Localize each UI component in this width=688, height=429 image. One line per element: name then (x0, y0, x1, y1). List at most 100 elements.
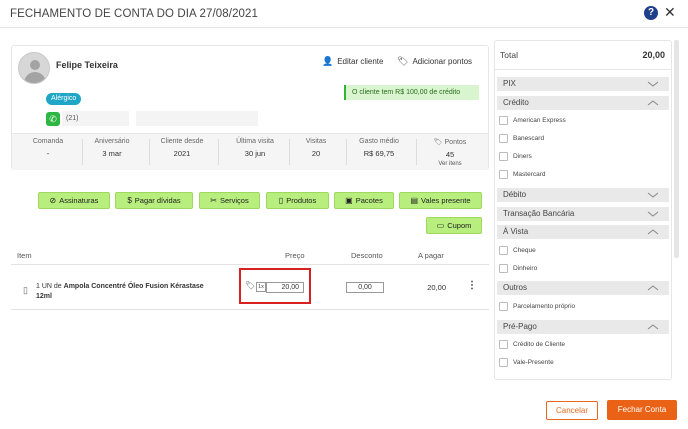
stat-comanda: Comanda - (18, 138, 78, 158)
packages-label: Pacotes (355, 196, 383, 205)
pay-debts-button[interactable]: $ Pagar dívidas (115, 192, 193, 209)
option-banescard[interactable]: Banescard (499, 134, 544, 144)
chevron-up-icon (647, 229, 659, 235)
gift-vouchers-label: Vales presente (421, 196, 471, 205)
stat-label: Visitas (305, 138, 327, 145)
option-vale-presente[interactable]: Vale-Presente (499, 358, 554, 368)
whatsapp-icon[interactable]: ✆ (46, 112, 60, 126)
item-description: 1 UN de Ampola Concentré Óleo Fusion Kér… (36, 282, 216, 302)
column-header-discount: Desconto (351, 251, 383, 260)
section-label: Transação Bancária (503, 209, 575, 218)
option-dinheiro[interactable]: Dinheiro (499, 264, 537, 274)
section-pix[interactable]: PIX (497, 77, 669, 91)
view-items-link[interactable]: Ver itens (420, 161, 480, 167)
services-button[interactable]: ✂ Serviços (199, 192, 260, 209)
table-header-divider (11, 264, 489, 265)
column-header-price: Preço (285, 251, 305, 260)
user-edit-icon: 👤 (322, 56, 334, 66)
stat-value: 45 (445, 150, 455, 159)
chevron-down-icon (647, 211, 659, 217)
table-row-divider (11, 309, 489, 310)
checkbox[interactable] (499, 246, 508, 255)
checkbox[interactable] (499, 170, 508, 179)
stat-value: 20 (311, 149, 321, 158)
option-american-express[interactable]: American Express (499, 116, 566, 126)
price-input[interactable]: 20,00 (266, 282, 304, 293)
edit-client-label: Editar cliente (337, 57, 384, 66)
coupon-button[interactable]: ▭ Cupom (426, 217, 482, 234)
packages-button[interactable]: ▣ Pacotes (334, 192, 394, 209)
option-credito-de-cliente[interactable]: Crédito de Cliente (499, 340, 565, 350)
section-transacao-bancaria[interactable]: Transação Bancária (497, 207, 669, 221)
price-tag-icon[interactable]: 🏷 (245, 281, 255, 290)
checkbox[interactable] (499, 302, 508, 311)
stat-label: Cliente desde (160, 138, 204, 145)
option-diners[interactable]: Diners (499, 152, 532, 162)
modal-header: FECHAMENTO DE CONTA DO DIA 27/08/2021 ? … (0, 0, 688, 28)
option-parcelamento-proprio[interactable]: Parcelamento próprio (499, 302, 575, 312)
item-qty-prefix: 1 UN de (36, 283, 62, 290)
option-cheque[interactable]: Cheque (499, 246, 536, 256)
stat-label: Última visita (236, 138, 274, 145)
section-credito[interactable]: Crédito (497, 96, 669, 110)
stat-value: 2021 (173, 149, 191, 158)
stat-gasto-medio: Gasto médio R$ 69,75 (349, 138, 409, 158)
section-label: Débito (503, 190, 527, 199)
checkbox[interactable] (499, 134, 508, 143)
payment-panel: Total 20,00 PIX Crédito American Express… (494, 40, 672, 380)
stat-value: - (46, 149, 50, 158)
stat-pontos[interactable]: 🏷 Pontos 45 Ver itens (420, 138, 480, 167)
option-mastercard[interactable]: Mastercard (499, 170, 546, 180)
checkbox[interactable] (499, 116, 508, 125)
stat-label: 🏷 Pontos (433, 139, 467, 146)
section-outros[interactable]: Outros (497, 281, 669, 295)
client-card: Felipe Teixeira 👤 Editar cliente 🏷 Adicion… (11, 45, 489, 170)
package-icon: ▣ (345, 196, 353, 205)
item-to-pay: 20,00 (427, 283, 446, 292)
section-label: Pré-Pago (503, 322, 537, 331)
column-header-to-pay: A pagar (418, 251, 444, 260)
section-pre-pago[interactable]: Pré-Pago (497, 320, 669, 334)
add-points-button[interactable]: 🏷 Adicionar pontos (397, 56, 472, 67)
stat-value: R$ 69,75 (363, 149, 395, 158)
section-label: PIX (503, 79, 516, 88)
cancel-button[interactable]: Cancelar (546, 401, 598, 420)
section-label: À Vista (503, 227, 529, 236)
subscriptions-button[interactable]: ⊘ Assinaturas (38, 192, 110, 209)
help-icon[interactable]: ? (644, 6, 658, 20)
products-button[interactable]: ▯ Produtos (266, 192, 329, 209)
section-debito[interactable]: Débito (497, 188, 669, 202)
product-bottle-icon: ▯ (23, 285, 28, 295)
more-options-icon[interactable]: ⋮ (467, 281, 477, 291)
check-circle-icon: ⊘ (49, 196, 57, 205)
close-account-button[interactable]: Fechar Conta (607, 400, 677, 420)
services-label: Serviços (219, 196, 249, 205)
gift-icon: ▤ (410, 196, 419, 205)
checkbox[interactable] (499, 358, 508, 367)
total-label: Total (500, 50, 518, 60)
stat-label: Gasto médio (359, 138, 399, 145)
close-icon[interactable]: ✕ (664, 4, 676, 20)
section-a-vista[interactable]: À Vista (497, 225, 669, 239)
phone-field-secondary (136, 111, 258, 126)
stat-ultima-visita: Última visita 30 jun (225, 138, 285, 158)
chevron-up-icon (647, 100, 659, 106)
tag-icon: 🏷 (397, 56, 409, 66)
checkbox[interactable] (499, 340, 508, 349)
total-value: 20,00 (642, 50, 665, 60)
phone-field: (21) (62, 111, 129, 126)
allergy-badge: Alérgico (46, 93, 82, 105)
checkbox[interactable] (499, 152, 508, 161)
discount-input[interactable]: 0,00 (346, 282, 384, 293)
subscriptions-label: Assinaturas (59, 196, 99, 205)
quantity-badge[interactable]: 1x (256, 282, 266, 292)
chevron-up-icon (647, 324, 659, 330)
gift-vouchers-button[interactable]: ▤ Vales presente (399, 192, 482, 209)
column-header-item: Item (17, 251, 32, 260)
checkbox[interactable] (499, 264, 508, 273)
edit-client-button[interactable]: 👤 Editar cliente (322, 56, 383, 67)
coupon-label: Cupom (447, 221, 472, 230)
chevron-up-icon (647, 285, 659, 291)
stat-value: 30 jun (244, 149, 266, 158)
payment-panel-scrollbar[interactable] (674, 40, 679, 258)
